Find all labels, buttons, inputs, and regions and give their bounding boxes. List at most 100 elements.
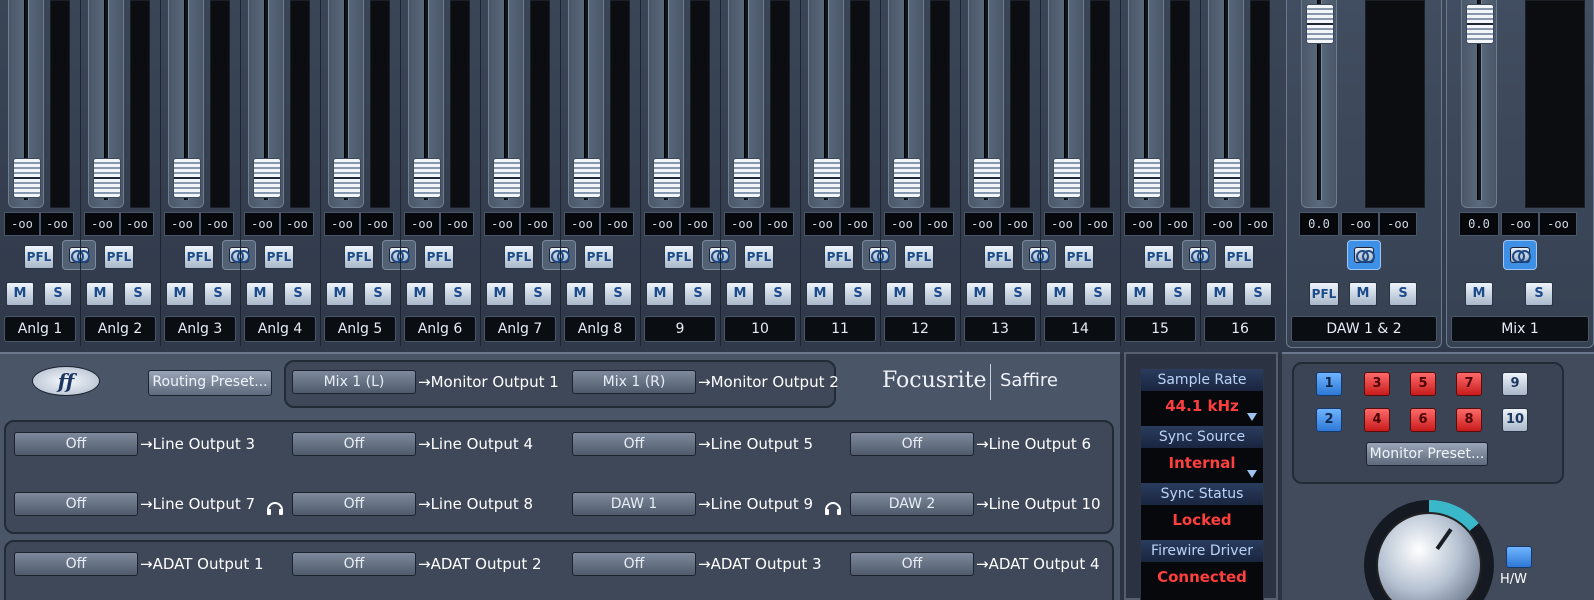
line-source-dropdown[interactable]: Off [292,432,416,456]
solo-button[interactable]: S [1004,282,1032,306]
fader-handle[interactable] [733,158,761,198]
mute-button[interactable]: M [806,282,834,306]
monitor-output-button[interactable]: 8 [1456,408,1482,432]
mute-button[interactable]: M [1126,282,1154,306]
mute-button[interactable]: M [486,282,514,306]
mute-button[interactable]: M [326,282,354,306]
mute-button[interactable]: M [1046,282,1074,306]
sample-rate-value[interactable]: 44.1 kHz [1141,397,1263,415]
solo-button[interactable]: S [284,282,312,306]
pfl-button[interactable]: PFL [584,245,614,269]
fader-handle[interactable] [653,158,681,198]
mute-button[interactable]: M [566,282,594,306]
fader[interactable] [1208,0,1244,208]
solo-button[interactable]: S [1164,282,1192,306]
mute-button[interactable]: M [886,282,914,306]
solo-button[interactable]: S [44,282,72,306]
solo-button[interactable]: S [1525,282,1553,306]
mute-button[interactable]: M [406,282,434,306]
pfl-button[interactable]: PFL [424,245,454,269]
mute-button[interactable]: M [86,282,114,306]
line-source-dropdown[interactable]: Off [14,492,138,516]
solo-button[interactable]: S [204,282,232,306]
monitor-source-dropdown[interactable]: Mix 1 (L) [292,370,416,394]
fader-handle[interactable] [1053,158,1081,198]
fader[interactable] [88,0,124,208]
fader[interactable] [248,0,284,208]
fader[interactable] [1301,0,1337,208]
fader[interactable] [1048,0,1084,208]
fader-handle[interactable] [413,158,441,198]
fader[interactable] [968,0,1004,208]
pfl-button[interactable]: PFL [24,245,54,269]
pfl-button[interactable]: PFL [1309,282,1339,306]
monitor-output-button[interactable]: 5 [1410,372,1436,396]
monitor-source-dropdown[interactable]: Mix 1 (R) [572,370,696,394]
pfl-button[interactable]: PFL [504,245,534,269]
pfl-button[interactable]: PFL [984,245,1014,269]
fader[interactable] [168,0,204,208]
monitor-output-button[interactable]: 3 [1364,372,1390,396]
solo-button[interactable]: S [364,282,392,306]
fader-handle[interactable] [573,158,601,198]
adat-source-dropdown[interactable]: Off [14,552,138,576]
pfl-button[interactable]: PFL [264,245,294,269]
fader[interactable] [808,0,844,208]
solo-button[interactable]: S [444,282,472,306]
monitor-output-button[interactable]: 9 [1502,372,1528,396]
fader-handle[interactable] [333,158,361,198]
fader-handle[interactable] [1306,4,1334,44]
line-source-dropdown[interactable]: Off [14,432,138,456]
fader[interactable] [1461,0,1497,208]
pfl-button[interactable]: PFL [824,245,854,269]
stereo-link-button[interactable] [1347,240,1381,270]
pfl-button[interactable]: PFL [1064,245,1094,269]
fader[interactable] [888,0,924,208]
fader[interactable] [408,0,444,208]
solo-button[interactable]: S [604,282,632,306]
fader-handle[interactable] [93,158,121,198]
fader[interactable] [648,0,684,208]
mute-button[interactable]: M [726,282,754,306]
solo-button[interactable]: S [764,282,792,306]
mute-button[interactable]: M [1206,282,1234,306]
fader-handle[interactable] [973,158,1001,198]
fader-handle[interactable] [1466,4,1494,44]
solo-button[interactable]: S [1389,282,1417,306]
mute-button[interactable]: M [966,282,994,306]
fader-handle[interactable] [893,158,921,198]
mute-button[interactable]: M [246,282,274,306]
dropdown-arrow-icon[interactable] [1247,470,1257,478]
pfl-button[interactable]: PFL [904,245,934,269]
mute-button[interactable]: M [166,282,194,306]
fader-handle[interactable] [13,158,41,198]
adat-source-dropdown[interactable]: Off [292,552,416,576]
solo-button[interactable]: S [844,282,872,306]
fader-handle[interactable] [813,158,841,198]
monitor-preset-button[interactable]: Monitor Preset... [1366,442,1488,466]
solo-button[interactable]: S [684,282,712,306]
fader-handle[interactable] [173,158,201,198]
pfl-button[interactable]: PFL [664,245,694,269]
fader[interactable] [328,0,364,208]
monitor-output-button[interactable]: 7 [1456,372,1482,396]
solo-button[interactable]: S [924,282,952,306]
monitor-output-button[interactable]: 2 [1316,408,1342,432]
fader[interactable] [8,0,44,208]
line-source-dropdown[interactable]: DAW 2 [850,492,974,516]
solo-button[interactable]: S [124,282,152,306]
monitor-output-button[interactable]: 10 [1502,408,1528,432]
adat-source-dropdown[interactable]: Off [572,552,696,576]
solo-button[interactable]: S [1084,282,1112,306]
pfl-button[interactable]: PFL [1144,245,1174,269]
stereo-link-button[interactable] [1503,240,1537,270]
fader-handle[interactable] [1213,158,1241,198]
fader-handle[interactable] [493,158,521,198]
monitor-output-button[interactable]: 1 [1316,372,1342,396]
fader-handle[interactable] [1133,158,1161,198]
pfl-button[interactable]: PFL [184,245,214,269]
fader[interactable] [568,0,604,208]
pfl-button[interactable]: PFL [344,245,374,269]
solo-button[interactable]: S [524,282,552,306]
mute-button[interactable]: M [1349,282,1377,306]
